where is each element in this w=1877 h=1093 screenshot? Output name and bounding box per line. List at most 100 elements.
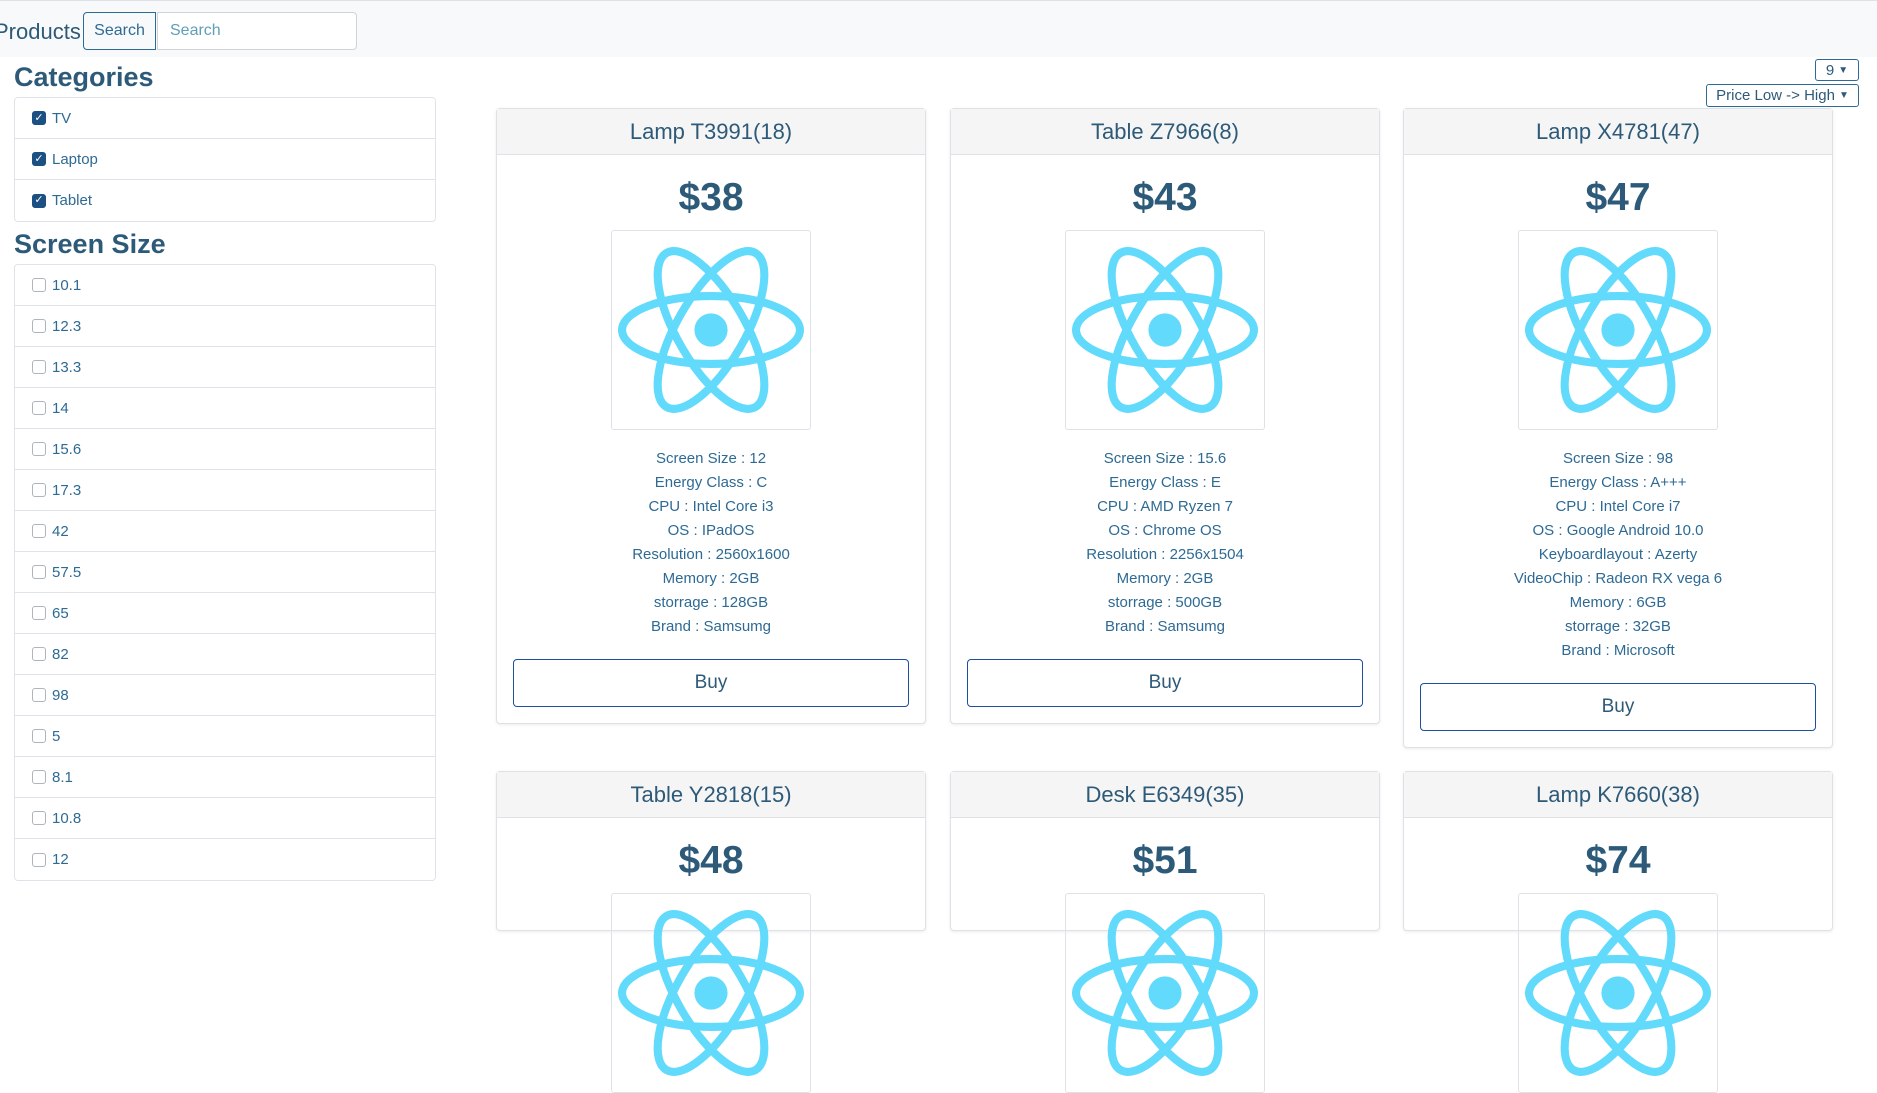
screen-size-filter-item[interactable]: 42 xyxy=(15,511,435,552)
categories-heading: Categories xyxy=(14,62,154,92)
spec-line: VideoChip : Radeon RX vega 6 xyxy=(1513,570,1723,587)
product-specs: Screen Size : 12 Energy Class : C CPU : In… xyxy=(497,447,925,639)
spec-line: OS : IPadOS xyxy=(667,522,755,539)
category-filter-item[interactable]: Tablet xyxy=(15,180,435,221)
product-image xyxy=(1065,230,1265,430)
product-image xyxy=(611,893,811,1093)
top-navbar: Products Search xyxy=(0,0,1877,57)
product-image xyxy=(1065,893,1265,1093)
checkbox[interactable] xyxy=(32,770,46,784)
react-logo-icon xyxy=(618,910,804,1076)
product-card: Lamp T3991(18) $38 Screen Size : 12 Energy … xyxy=(496,108,926,724)
react-logo-icon xyxy=(1072,910,1258,1076)
screen-size-filter-item[interactable]: 65 xyxy=(15,593,435,634)
spec-line: Energy Class : A+++ xyxy=(1549,474,1687,491)
sort-value: Price Low -> High xyxy=(1716,87,1835,104)
product-image xyxy=(1518,230,1718,430)
spec-line: Memory : 2GB xyxy=(662,570,760,587)
screen-size-filter-item[interactable]: 17.3 xyxy=(15,470,435,511)
product-title: Desk E6349(35) xyxy=(951,772,1379,818)
per-page-value: 9 xyxy=(1825,61,1835,79)
product-price: $74 xyxy=(1585,839,1651,882)
checkbox[interactable] xyxy=(32,852,46,867)
search-input[interactable] xyxy=(157,12,357,50)
screen-size-filter-item[interactable]: 12 xyxy=(15,839,435,880)
checkbox[interactable] xyxy=(32,688,46,702)
screen-size-filter-list: 10.1 12.3 13.3 14 15.6 17.3 42 57.5 65 82 98 5 8.1 10… xyxy=(14,264,436,881)
product-card: Table Y2818(15) $48 xyxy=(496,771,926,1093)
buy-button[interactable]: Buy xyxy=(513,659,909,707)
spec-line: CPU : Intel Core i3 xyxy=(648,498,774,515)
checkbox[interactable] xyxy=(32,729,46,743)
spec-line: Keyboardlayout : Azerty xyxy=(1538,546,1698,563)
screen-size-filter-item[interactable]: 82 xyxy=(15,634,435,675)
product-title: Table Y2818(15) xyxy=(497,772,925,818)
checkbox[interactable] xyxy=(32,278,46,292)
screen-size-filter-label: 12 xyxy=(52,851,69,868)
product-price: $51 xyxy=(1132,839,1198,882)
product-image xyxy=(1518,893,1718,1093)
navbar-brand[interactable]: Products xyxy=(0,19,81,45)
screen-size-filter-label: 13.3 xyxy=(52,358,82,376)
react-logo-icon xyxy=(618,247,804,413)
checkbox[interactable] xyxy=(32,319,46,333)
react-logo-icon xyxy=(1525,910,1711,1076)
screen-size-filter-item[interactable]: 10.1 xyxy=(15,265,435,306)
buy-button[interactable]: Buy xyxy=(967,659,1363,707)
screen-size-filter-label: 82 xyxy=(52,645,69,663)
checkbox[interactable] xyxy=(32,401,46,415)
screen-size-filter-label: 14 xyxy=(52,399,69,417)
checkbox[interactable] xyxy=(32,647,46,661)
checkbox[interactable] xyxy=(32,442,46,456)
screen-size-filter-item[interactable]: 8.1 xyxy=(15,757,435,798)
buy-button[interactable]: Buy xyxy=(1420,683,1816,731)
category-filter-item[interactable]: TV xyxy=(15,98,435,139)
product-card: Table Z7966(8) $43 Screen Size : 15.6 Energ… xyxy=(950,108,1380,724)
product-price: $48 xyxy=(678,839,744,882)
product-title: Lamp K7660(38) xyxy=(1404,772,1832,818)
filter-sidebar: Categories TV Laptop Tablet Screen Size 10… xyxy=(14,57,436,881)
search-button[interactable]: Search xyxy=(83,12,156,50)
spec-line: Energy Class : E xyxy=(1109,474,1221,491)
product-specs: Screen Size : 15.6 Energy Class : E CPU : … xyxy=(951,447,1379,639)
screen-size-filter-label: 65 xyxy=(52,604,69,622)
checkbox[interactable] xyxy=(32,483,46,497)
checkbox[interactable] xyxy=(32,565,46,579)
spec-line: OS : Chrome OS xyxy=(1108,522,1222,539)
product-price: $38 xyxy=(678,176,744,219)
screen-size-filter-item[interactable]: 15.6 xyxy=(15,429,435,470)
checkbox[interactable] xyxy=(32,524,46,538)
screen-size-filter-item[interactable]: 57.5 xyxy=(15,552,435,593)
product-title: Table Z7966(8) xyxy=(951,109,1379,155)
screen-size-filter-item[interactable]: 10.8 xyxy=(15,798,435,839)
screen-size-filter-item[interactable]: 98 xyxy=(15,675,435,716)
checkbox[interactable] xyxy=(32,606,46,620)
screen-size-filter-item[interactable]: 14 xyxy=(15,388,435,429)
per-page-select[interactable]: 9 ▼ xyxy=(1815,59,1859,81)
spec-line: storrage : 128GB xyxy=(653,594,769,611)
screen-size-filter-item[interactable]: 12.3 xyxy=(15,306,435,347)
chevron-down-icon: ▼ xyxy=(1838,64,1849,76)
screen-size-filter-item[interactable]: 5 xyxy=(15,716,435,757)
category-filter-item[interactable]: Laptop xyxy=(15,139,435,180)
checkbox-checked[interactable] xyxy=(32,152,46,166)
screen-size-filter-label: 5 xyxy=(52,727,61,745)
spec-line: Brand : Microsoft xyxy=(1561,642,1675,659)
checkbox-checked[interactable] xyxy=(32,193,46,208)
spec-line: CPU : AMD Ryzen 7 xyxy=(1097,498,1233,515)
spec-line: Screen Size : 12 xyxy=(655,450,767,467)
product-card: Lamp K7660(38) $74 xyxy=(1403,771,1833,1093)
categories-filter-list: TV Laptop Tablet xyxy=(14,97,436,222)
screen-size-filter-item[interactable]: 13.3 xyxy=(15,347,435,388)
checkbox[interactable] xyxy=(32,811,46,825)
spec-line: CPU : Intel Core i7 xyxy=(1555,498,1681,515)
sort-select[interactable]: Price Low -> High ▼ xyxy=(1706,84,1859,107)
checkbox[interactable] xyxy=(32,360,46,374)
spec-line: Memory : 2GB xyxy=(1116,570,1214,587)
product-image xyxy=(611,230,811,430)
react-logo-icon xyxy=(1525,247,1711,413)
product-specs: Screen Size : 98 Energy Class : A+++ CPU :… xyxy=(1404,447,1832,663)
screen-size-filter-label: 15.6 xyxy=(52,440,82,458)
screen-size-filter-label: 10.8 xyxy=(52,809,82,827)
checkbox-checked[interactable] xyxy=(32,111,46,125)
